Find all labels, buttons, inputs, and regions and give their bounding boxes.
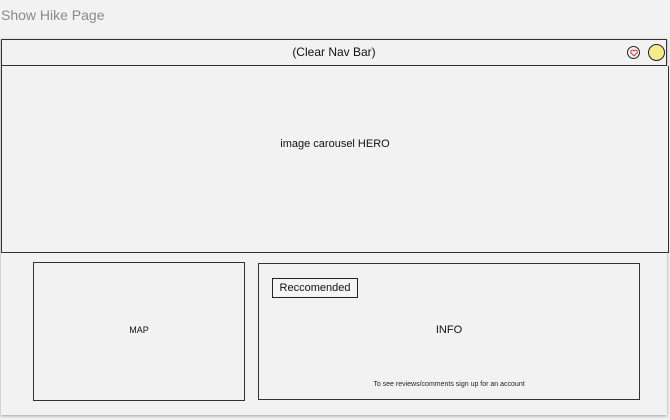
heart-icon-glyph bbox=[629, 49, 638, 57]
info-label: INFO bbox=[435, 324, 463, 336]
nav-bar-label: (Clear Nav Bar) bbox=[292, 45, 376, 59]
map-label: MAP bbox=[129, 325, 149, 335]
image-carousel-hero[interactable]: image carousel HERO bbox=[1, 66, 669, 253]
user-avatar-icon[interactable] bbox=[648, 44, 665, 61]
recommended-button[interactable]: Reccomended bbox=[272, 278, 358, 298]
map-panel[interactable]: MAP bbox=[33, 262, 245, 401]
nav-bar: (Clear Nav Bar) bbox=[1, 39, 667, 66]
page-title: Show Hike Page bbox=[1, 7, 105, 23]
heart-icon[interactable] bbox=[627, 46, 640, 59]
hero-label: image carousel HERO bbox=[280, 138, 390, 150]
signup-note[interactable]: To see reviews/comments sign up for an a… bbox=[259, 381, 639, 388]
info-panel: Reccomended INFO To see reviews/comments… bbox=[258, 263, 640, 400]
